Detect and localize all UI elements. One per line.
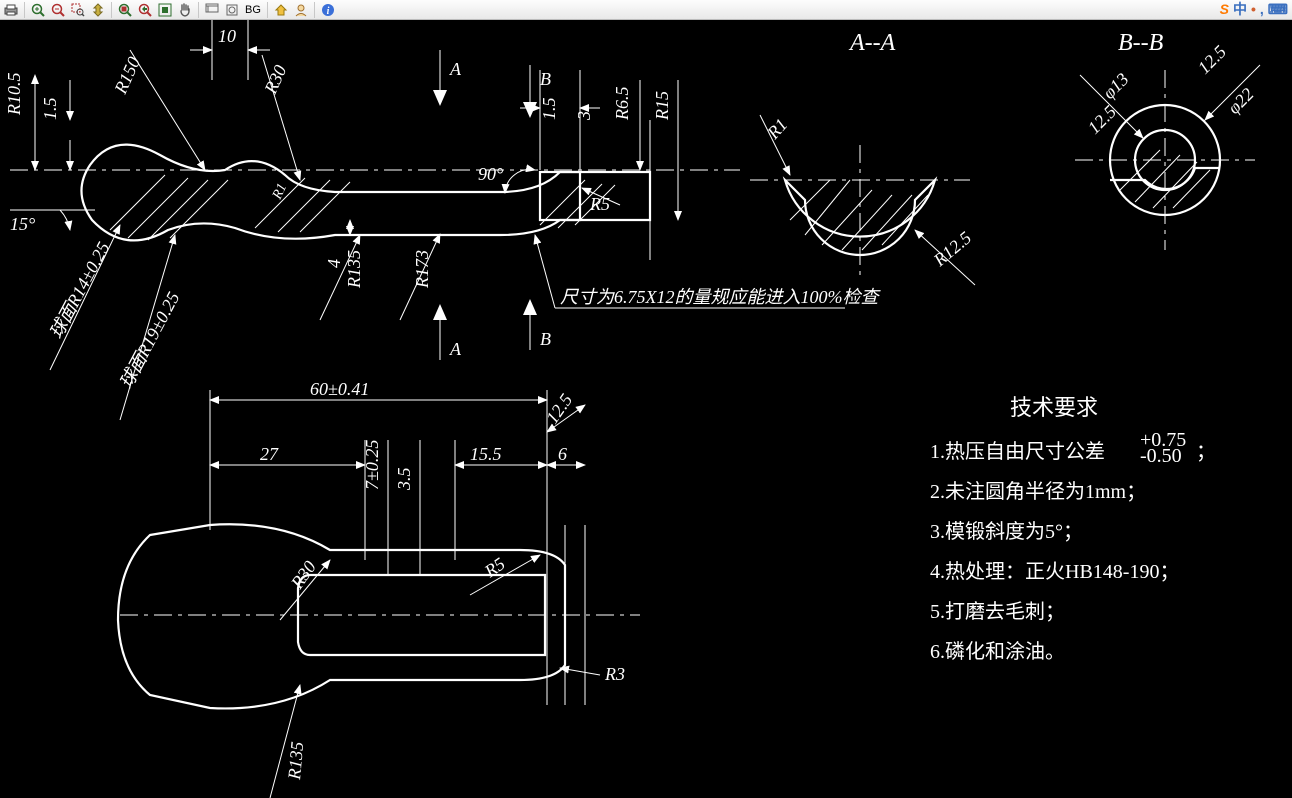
drawing-svg: 10 R10.5 1.5 R150 R30 15° 90° 1.5 3 R6.5…	[0, 20, 1292, 798]
draw-icon[interactable]	[223, 2, 241, 18]
req-line4: 4.热处理：正火HB148-190；	[930, 560, 1179, 583]
redraw-icon[interactable]	[203, 2, 221, 18]
dim-bb-12-5a: 12.5	[1084, 101, 1120, 137]
svg-text:i: i	[327, 6, 330, 17]
section-a-top: A	[449, 59, 462, 79]
dim-3: 3	[574, 111, 594, 121]
dim-bb-12-5b: 12.5	[1194, 41, 1230, 77]
ime-bullet-icon: •	[1251, 1, 1256, 17]
req-line2: 2.未注圆角半径为1mm；	[930, 480, 1146, 503]
dim-sphere14: 球面R14±0.25	[46, 239, 114, 342]
dim-90deg: 90°	[478, 164, 503, 184]
label-section-bb: B--B	[1118, 30, 1164, 56]
pan-icon[interactable]	[176, 2, 194, 18]
dim-r6-5: R6.5	[612, 87, 632, 122]
section-b-top: B	[540, 69, 551, 89]
dim-r10-5: R10.5	[4, 73, 24, 117]
dim-sphere19: 球面R19±0.25	[116, 289, 184, 392]
dim-3-5: 3.5	[394, 468, 414, 492]
dim-r135-bot: R135	[284, 741, 307, 782]
req-line1-tol-bot: -0.50	[1140, 445, 1182, 467]
dim-r5-bot: R5	[480, 553, 509, 581]
ime-frag2: ,	[1260, 1, 1264, 17]
zoom-all-icon[interactable]	[156, 2, 174, 18]
zoom-window-icon[interactable]	[69, 2, 87, 18]
cad-toolbar: BG i	[0, 0, 1292, 20]
cad-canvas[interactable]: 10 R10.5 1.5 R150 R30 15° 90° 1.5 3 R6.5…	[0, 20, 1292, 798]
print-icon[interactable]	[2, 2, 20, 18]
zoom-extents-icon[interactable]	[116, 2, 134, 18]
section-b-bot: B	[540, 329, 551, 349]
dim-27: 27	[260, 444, 279, 464]
home-icon[interactable]	[272, 2, 290, 18]
req-line3: 3.模锻斜度为5°；	[930, 520, 1083, 543]
tech-requirements: 技术要求 1.热压自由尺寸公差 +0.75 -0.50 ； 2.未注圆角半径为1…	[930, 395, 1216, 663]
req-line6: 6.磷化和涂油。	[930, 640, 1065, 663]
dim-6: 6	[558, 444, 567, 464]
dim-r5-top: R5	[589, 194, 610, 214]
req-line1a: 1.热压自由尺寸公差	[930, 440, 1105, 463]
dim-r135-top: R135	[344, 250, 364, 289]
req-line1b: ；	[1196, 441, 1216, 463]
dim-bb-phi13: φ13	[1099, 69, 1133, 103]
info-icon[interactable]: i	[319, 2, 337, 18]
dim-4: 4	[324, 259, 344, 268]
label-section-aa: A--A	[848, 30, 896, 56]
dim-r150: R150	[110, 54, 144, 98]
note-gauge: 尺寸为6.75X12的量规应能进入100%检查	[560, 287, 881, 307]
dim-15deg: 15°	[10, 214, 35, 234]
req-line5: 5.打磨去毛刺；	[930, 600, 1065, 623]
dim-1-5-left: 1.5	[40, 98, 60, 121]
zoom-previous-icon[interactable]	[136, 2, 154, 18]
ime-logo-icon: S	[1220, 1, 1229, 17]
req-title: 技术要求	[1010, 395, 1098, 420]
dim-7: 7±0.25	[362, 440, 382, 490]
dim-r30-top: R30	[260, 62, 290, 98]
ime-badge: S 中 • , ⌨	[1220, 0, 1288, 18]
dim-r173: R173	[412, 250, 432, 289]
zoom-out-icon[interactable]	[49, 2, 67, 18]
dim-r3: R3	[604, 664, 625, 684]
zoom-dynamic-icon[interactable]	[89, 2, 107, 18]
bg-button[interactable]: BG	[243, 4, 263, 16]
ime-kb-icon: ⌨	[1268, 1, 1288, 18]
dim-r30-bot: R30	[286, 557, 320, 593]
dim-10: 10	[218, 26, 236, 46]
dim-60: 60±0.41	[310, 379, 369, 399]
dim-r15: R15	[652, 91, 672, 121]
zoom-in-icon[interactable]	[29, 2, 47, 18]
ime-frag1: 中	[1233, 0, 1247, 19]
dim-15-5: 15.5	[470, 444, 502, 464]
user-icon[interactable]	[292, 2, 310, 18]
dim-bb-phi22: φ22	[1224, 84, 1258, 118]
dim-1-5-right: 1.5	[539, 98, 559, 121]
dim-r1-rot: R1	[270, 181, 291, 202]
section-a-bot: A	[449, 339, 462, 359]
